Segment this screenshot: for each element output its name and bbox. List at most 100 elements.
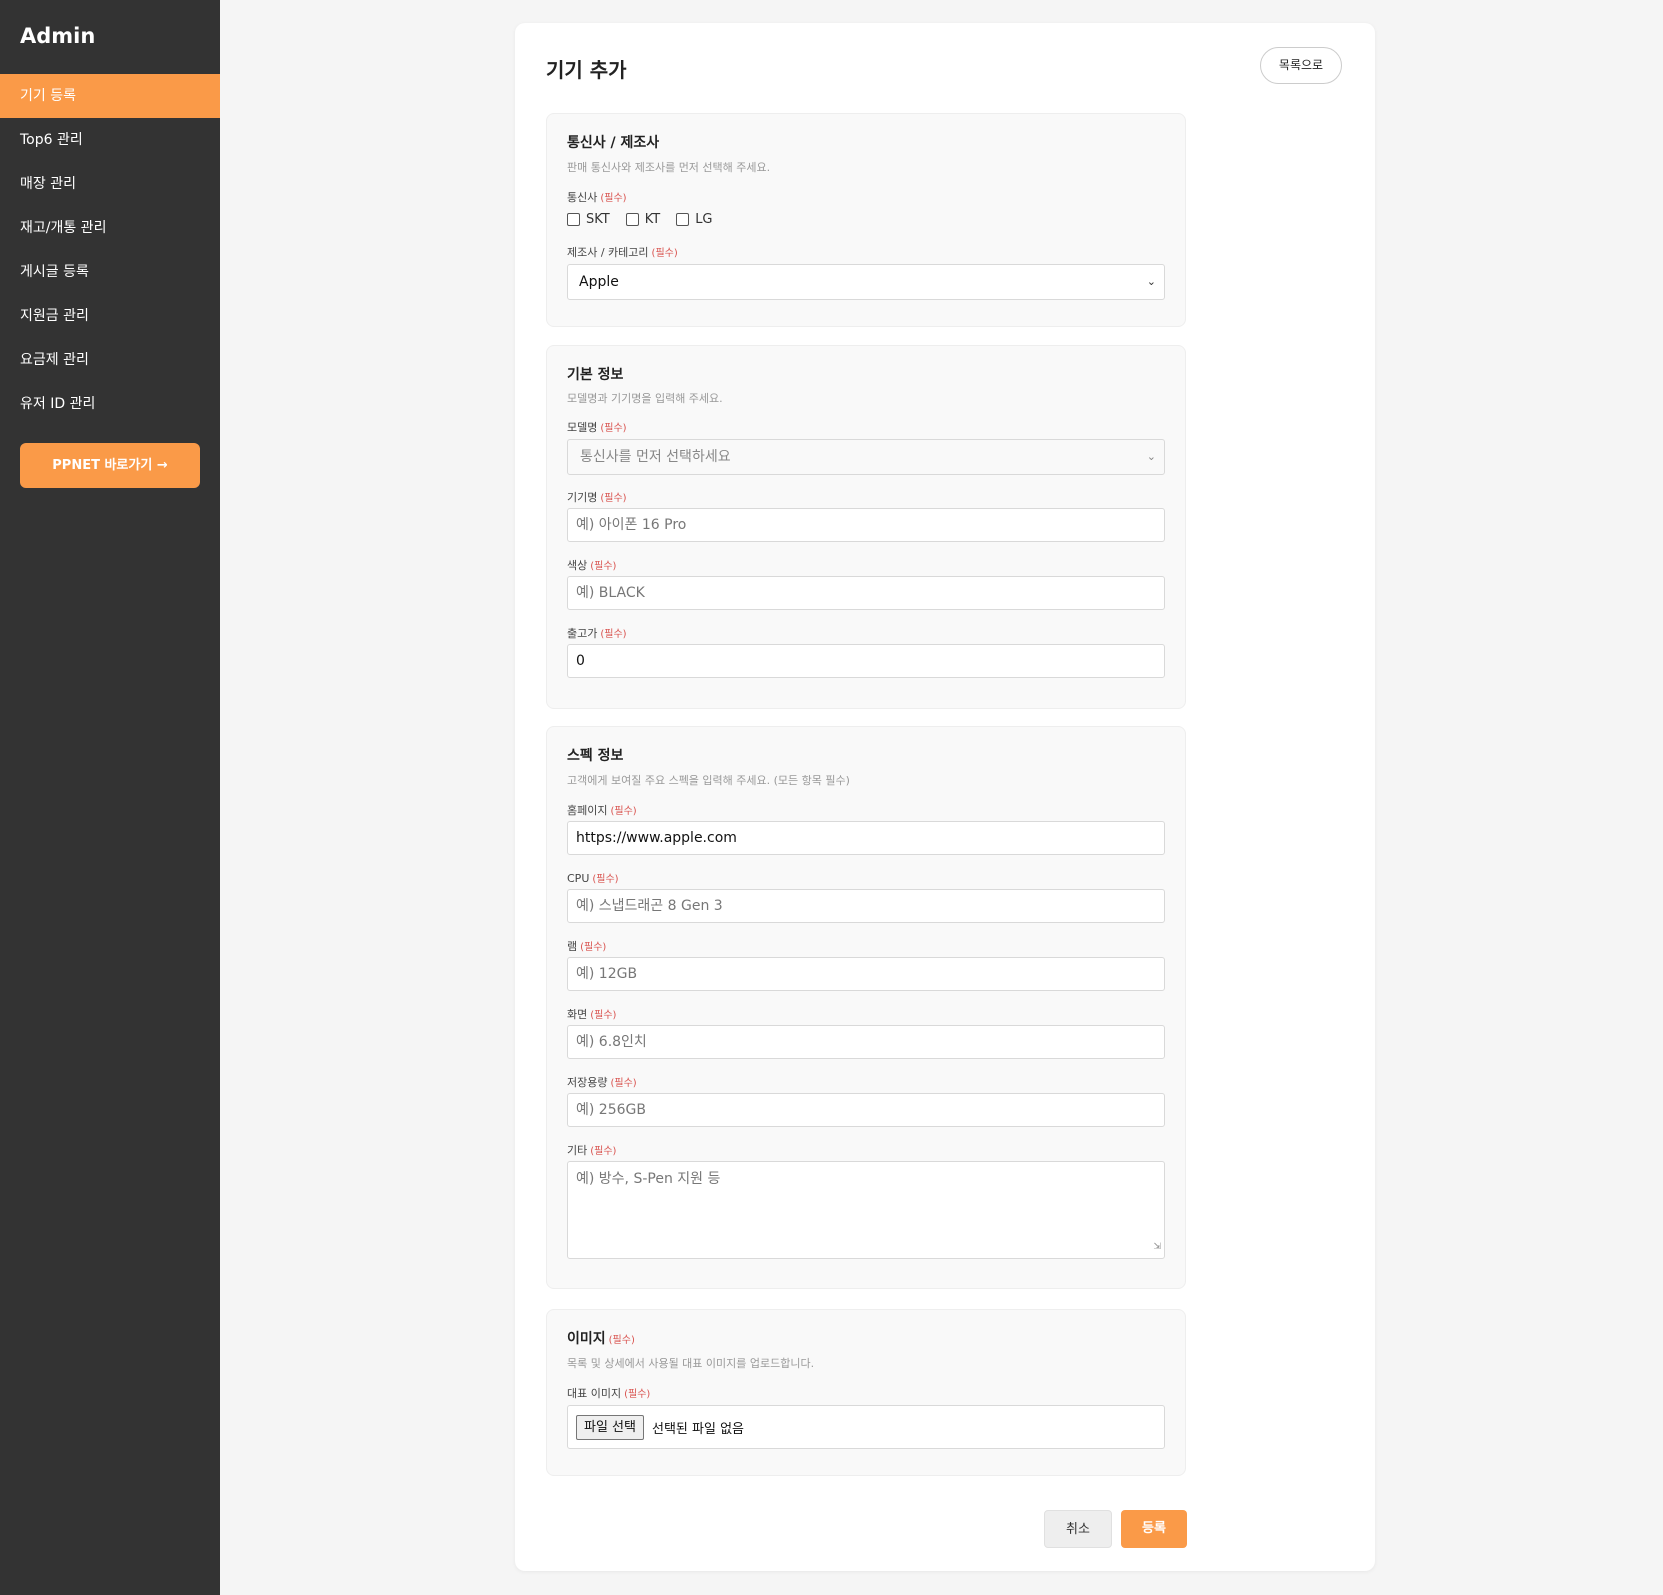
storage-label: 저장용량 (필수) <box>567 1074 637 1090</box>
required-mark: (필수) <box>590 1146 617 1157</box>
section-title: 기본 정보 <box>567 367 624 383</box>
main-image-file-input[interactable]: 파일 선택 선택된 파일 없음 <box>567 1405 1165 1449</box>
storage-label-text: 저장용량 <box>567 1076 608 1089</box>
back-to-list-button[interactable]: 목록으로 <box>1260 47 1342 84</box>
sidebar-item-stores[interactable]: 매장 관리 <box>0 162 220 206</box>
storage-input[interactable]: 예) 256GB <box>567 1093 1165 1127</box>
chevron-down-icon: ⌄ <box>1146 450 1156 463</box>
sidebar-item-posts[interactable]: 게시글 등록 <box>0 250 220 294</box>
ppnet-link-button[interactable]: PPNET 바로가기 → <box>20 443 200 488</box>
required-mark: (필수) <box>610 806 637 817</box>
carrier-label-text: 통신사 <box>567 191 598 204</box>
color-label-text: 색상 <box>567 559 588 572</box>
screen-input[interactable]: 예) 6.8인치 <box>567 1025 1165 1059</box>
main-image-label: 대표 이미지 (필수) <box>567 1385 650 1401</box>
required-mark: (필수) <box>624 1389 651 1400</box>
carrier-option-skt[interactable]: SKT <box>567 212 610 227</box>
required-mark: (필수) <box>592 874 619 885</box>
cpu-label-text: CPU <box>567 872 590 885</box>
maker-label-text: 제조사 / 카테고리 <box>567 246 649 259</box>
screen-label: 화면 (필수) <box>567 1006 616 1022</box>
chevron-down-icon: ⌄ <box>1146 275 1156 288</box>
sidebar-item-inventory[interactable]: 재고/개통 관리 <box>0 206 220 250</box>
checkbox-icon[interactable] <box>676 213 690 226</box>
resize-handle-icon[interactable]: ⇲ <box>1153 1238 1161 1256</box>
sidebar-item-top6[interactable]: Top6 관리 <box>0 118 220 162</box>
section-title: 통신사 / 제조사 <box>567 135 660 151</box>
checkbox-icon[interactable] <box>567 213 580 226</box>
carrier-section: 통신사 / 제조사 판매 통신사와 제조사를 먼저 선택해 주세요. 통신사 (필… <box>546 113 1186 327</box>
screen-label-text: 화면 <box>567 1008 588 1021</box>
section-description: 고객에게 보여질 주요 스펙을 입력해 주세요. (모든 항목 필수) <box>567 774 850 787</box>
ram-label: 램 (필수) <box>567 938 606 954</box>
submit-button[interactable]: 등록 <box>1121 1510 1187 1548</box>
color-label: 색상 (필수) <box>567 557 616 573</box>
section-description: 판매 통신사와 제조사를 먼저 선택해 주세요. <box>567 161 771 174</box>
device-name-label: 기기명 (필수) <box>567 489 627 505</box>
section-title: 이미지 (필수) <box>567 1328 635 1348</box>
model-label: 모델명 (필수) <box>567 419 627 435</box>
brand-logo: Admin <box>20 24 96 48</box>
section-description: 모델명과 기기명을 입력해 주세요. <box>567 392 723 405</box>
maker-label: 제조사 / 카테고리 (필수) <box>567 244 678 260</box>
required-mark: (필수) <box>600 493 627 504</box>
etc-label-text: 기타 <box>567 1144 588 1157</box>
form-card: 기기 추가 목록으로 통신사 / 제조사 판매 통신사와 제조사를 먼저 선택해… <box>515 23 1375 1571</box>
spec-section: 스펙 정보 고객에게 보여질 주요 스펙을 입력해 주세요. (모든 항목 필수… <box>546 726 1186 1289</box>
page-title: 기기 추가 <box>546 58 627 82</box>
required-mark: (필수) <box>610 1078 637 1089</box>
etc-textarea[interactable]: 예) 방수, S-Pen 지원 등 ⇲ <box>567 1161 1165 1259</box>
file-status-text: 선택된 파일 없음 <box>652 1422 744 1437</box>
required-mark: (필수) <box>590 561 617 572</box>
carrier-option-label: SKT <box>586 212 610 227</box>
carrier-option-kt[interactable]: KT <box>625 212 661 227</box>
carrier-option-label: LG <box>695 212 713 227</box>
homepage-input[interactable]: https://www.apple.com <box>567 821 1165 855</box>
required-mark: (필수) <box>600 629 627 640</box>
required-mark: (필수) <box>600 193 627 204</box>
price-label-text: 출고가 <box>567 627 598 640</box>
carrier-option-lg[interactable]: LG <box>676 212 713 227</box>
section-description: 목록 및 상세에서 사용될 대표 이미지를 업로드합니다. <box>567 1357 815 1370</box>
section-title-text: 이미지 <box>567 1331 606 1347</box>
cpu-label: CPU (필수) <box>567 870 619 885</box>
sidebar: Admin 기기 등록 Top6 관리 매장 관리 재고/개통 관리 게시글 등… <box>0 0 220 1595</box>
device-name-input[interactable]: 예) 아이폰 16 Pro <box>567 508 1165 542</box>
checkbox-icon[interactable] <box>625 213 639 226</box>
maker-select[interactable]: Apple ⌄ <box>567 264 1165 300</box>
required-mark: (필수) <box>608 1335 635 1346</box>
required-mark: (필수) <box>580 942 607 953</box>
sidebar-item-subsidy[interactable]: 지원금 관리 <box>0 294 220 338</box>
carrier-label: 통신사 (필수) <box>567 189 627 205</box>
price-input[interactable]: 0 <box>567 644 1165 678</box>
sidebar-item-plans[interactable]: 요금제 관리 <box>0 338 220 382</box>
homepage-label-text: 홈페이지 <box>567 804 608 817</box>
carrier-checkboxes: SKT KT LG <box>567 212 729 227</box>
section-title: 스펙 정보 <box>567 748 624 764</box>
sidebar-item-device-register[interactable]: 기기 등록 <box>0 74 220 118</box>
required-mark: (필수) <box>651 248 678 259</box>
homepage-label: 홈페이지 (필수) <box>567 802 637 818</box>
required-mark: (필수) <box>590 1010 617 1021</box>
carrier-option-label: KT <box>644 212 661 227</box>
maker-select-value: Apple <box>579 274 619 290</box>
ram-input[interactable]: 예) 12GB <box>567 957 1165 991</box>
cancel-button[interactable]: 취소 <box>1044 1510 1112 1548</box>
image-section: 이미지 (필수) 목록 및 상세에서 사용될 대표 이미지를 업로드합니다. 대표… <box>546 1309 1186 1476</box>
sidebar-item-user-ids[interactable]: 유저 ID 관리 <box>0 382 220 426</box>
etc-label: 기타 (필수) <box>567 1142 616 1158</box>
etc-placeholder: 예) 방수, S-Pen 지원 등 <box>576 1171 721 1187</box>
model-label-text: 모델명 <box>567 421 598 434</box>
color-input[interactable]: 예) BLACK <box>567 576 1165 610</box>
cpu-input[interactable]: 예) 스냅드래곤 8 Gen 3 <box>567 889 1165 923</box>
device-name-label-text: 기기명 <box>567 491 598 504</box>
basic-info-section: 기본 정보 모델명과 기기명을 입력해 주세요. 모델명 (필수) 통신사를 먼저… <box>546 345 1186 709</box>
ram-label-text: 램 <box>567 940 578 953</box>
price-label: 출고가 (필수) <box>567 625 627 641</box>
model-select-value: 통신사를 먼저 선택하세요 <box>580 449 731 465</box>
model-select[interactable]: 통신사를 먼저 선택하세요 ⌄ <box>567 439 1165 475</box>
required-mark: (필수) <box>600 423 627 434</box>
main-image-label-text: 대표 이미지 <box>567 1387 622 1400</box>
file-select-button[interactable]: 파일 선택 <box>576 1415 644 1440</box>
sidebar-nav: 기기 등록 Top6 관리 매장 관리 재고/개통 관리 게시글 등록 지원금 … <box>0 74 220 426</box>
